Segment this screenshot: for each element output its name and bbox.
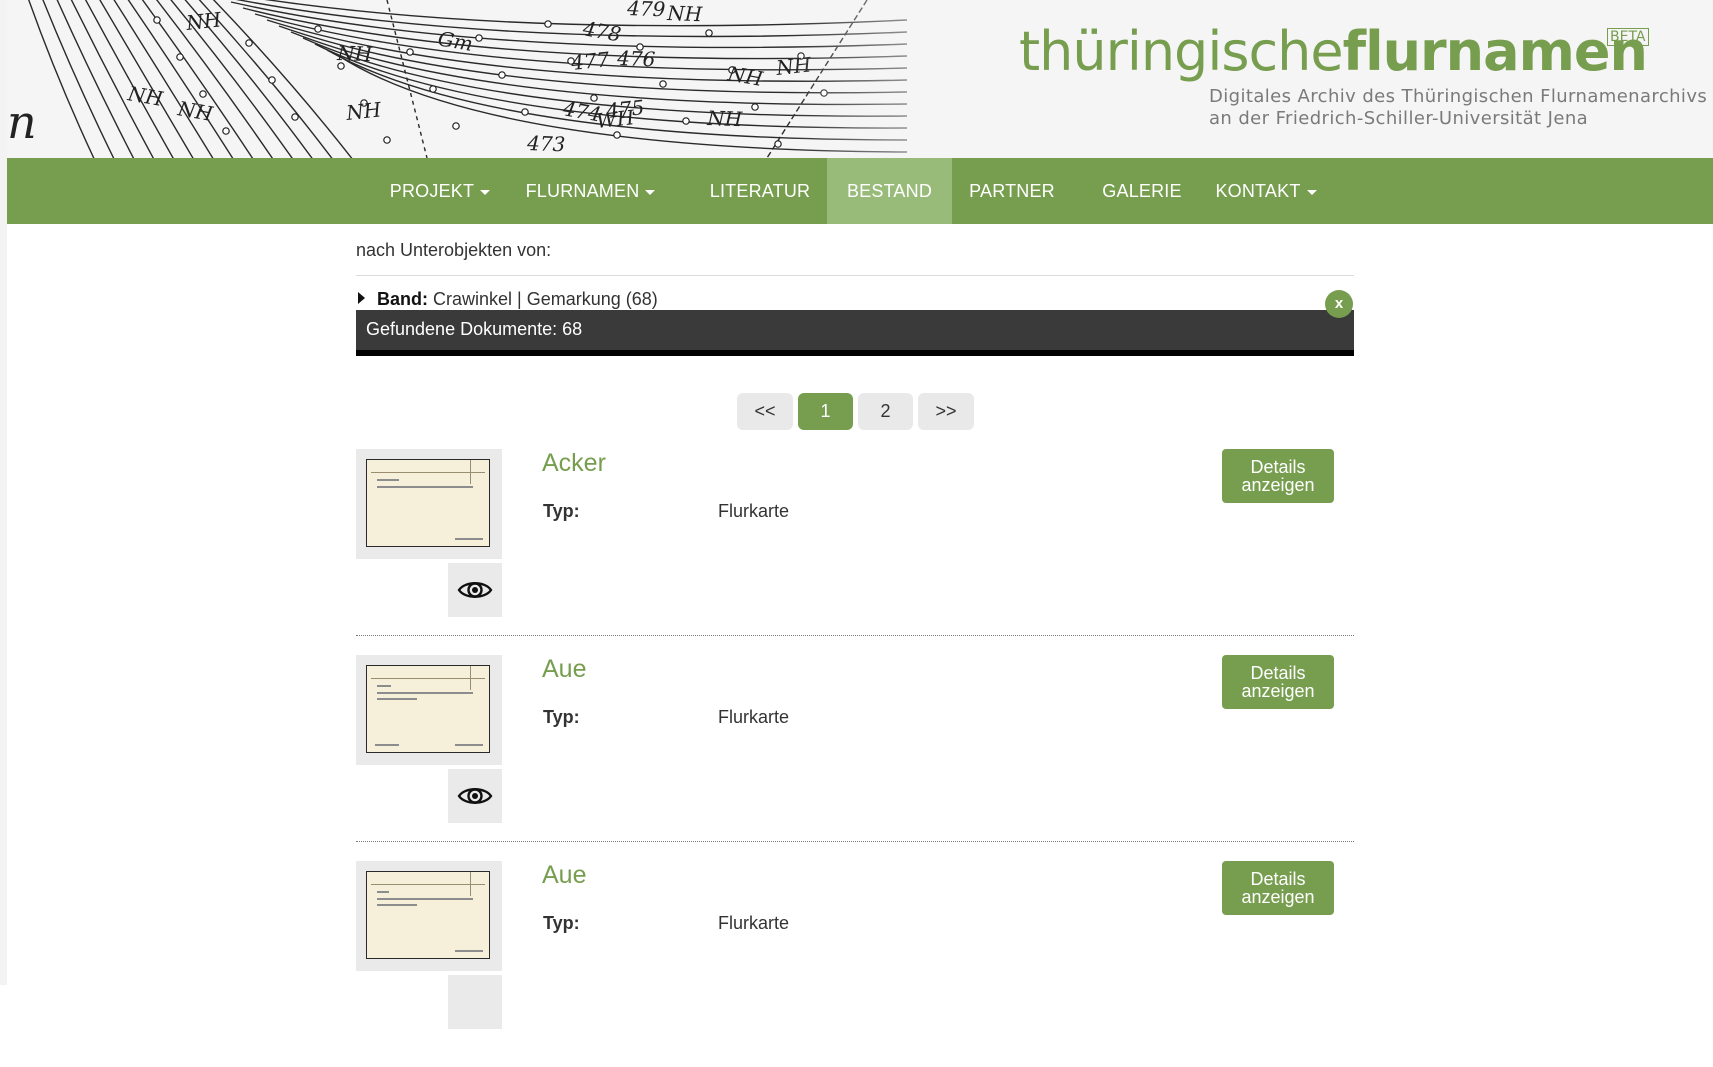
item-divider — [356, 841, 1354, 842]
svg-text:477: 477 — [569, 47, 611, 75]
svg-text:475: 475 — [604, 95, 645, 123]
result-item: Acker Typ: Flurkarte Details anzeigen — [356, 449, 1354, 655]
nav-label: FLURNAMEN — [525, 181, 640, 201]
caret-down-icon — [645, 189, 656, 195]
header-fade — [787, 0, 1027, 158]
nav-label: BESTAND — [846, 181, 933, 201]
results-bar: Gefundene Dokumente: 68 — [356, 310, 1354, 356]
item-thumbnail[interactable] — [356, 861, 502, 971]
pagination-first[interactable]: << — [737, 393, 793, 430]
svg-text:473: 473 — [526, 131, 566, 156]
nav-item-kontakt[interactable]: KONTAKT — [1207, 158, 1325, 224]
svg-text:NH: NH — [666, 1, 703, 26]
details-button[interactable]: Details anzeigen — [1222, 861, 1334, 915]
nav-item-partner[interactable]: PARTNER — [962, 158, 1062, 224]
result-item: Aue Typ: Flurkarte Details anzeigen — [356, 655, 1354, 861]
nav-label: PROJEKT — [389, 181, 475, 201]
svg-text:NH: NH — [125, 81, 165, 111]
view-button[interactable] — [448, 769, 502, 823]
site-logo[interactable]: thüringischeflurnamen BETA Digitales Arc… — [1019, 20, 1707, 129]
nav-item-flurnamen[interactable]: FLURNAMEN — [518, 158, 663, 224]
main-navbar: PROJEKT FLURNAMEN LITERATUR BESTAND PART… — [7, 158, 1713, 224]
typ-label: Typ: — [543, 707, 580, 727]
item-title[interactable]: Acker — [542, 449, 606, 478]
typ-value: Flurkarte — [718, 913, 790, 933]
nav-label: PARTNER — [969, 181, 1055, 201]
eye-icon — [457, 582, 493, 598]
index-card-image — [366, 871, 490, 959]
caret-down-icon — [1306, 189, 1317, 195]
logo-subtitle-line2: an der Friedrich-Schiller-Universität Je… — [1209, 108, 1589, 129]
beta-badge: BETA — [1607, 28, 1649, 46]
site-header: NHNHNHNHNHNHNHNHNHWH47947847747647447547… — [7, 0, 1713, 158]
logo-wordmark: thüringischeflurnamen — [1019, 20, 1648, 84]
index-card-image — [366, 665, 490, 753]
divider — [356, 275, 1354, 276]
details-button[interactable]: Details anzeigen — [1222, 449, 1334, 503]
triangle-right-icon — [358, 292, 365, 304]
typ-label: Typ: — [543, 501, 580, 521]
typ-value: Flurkarte — [718, 707, 790, 727]
svg-text:479: 479 — [626, 0, 666, 21]
svg-text:NH: NH — [175, 96, 215, 126]
nav-item-galerie[interactable]: GALERIE — [1092, 158, 1192, 224]
band-filter-toggle[interactable]: Band: Crawinkel | Gemarkung (68) — [358, 288, 658, 310]
item-title[interactable]: Aue — [542, 655, 586, 684]
typ-value: Flurkarte — [718, 501, 790, 521]
details-button-label: Details anzeigen — [1241, 457, 1315, 495]
item-title[interactable]: Aue — [542, 861, 586, 890]
nav-item-projekt[interactable]: PROJEKT — [379, 158, 501, 224]
nav-label: GALERIE — [1102, 181, 1182, 201]
caret-down-icon — [480, 189, 491, 195]
eye-icon — [457, 788, 493, 804]
svg-text:NH: NH — [184, 7, 223, 35]
svg-text:476: 476 — [616, 46, 656, 71]
nav-item-literatur[interactable]: LITERATUR — [696, 158, 824, 224]
results-count: Gefundene Dokumente: 68 — [366, 319, 583, 339]
view-button[interactable] — [448, 975, 502, 1029]
index-card-image — [366, 459, 490, 547]
svg-text:NH: NH — [344, 97, 383, 125]
logo-subtitle: Digitales Archiv des Thüringischen Flurn… — [1209, 86, 1709, 130]
logo-bold-part: flurnamen — [1342, 20, 1648, 83]
header-map-letter: n — [7, 95, 37, 149]
svg-text:NH: NH — [706, 106, 743, 131]
svg-text:478: 478 — [580, 16, 623, 46]
details-button[interactable]: Details anzeigen — [1222, 655, 1334, 709]
svg-text:NH: NH — [336, 41, 373, 66]
logo-subtitle-line1: Digitales Archiv des Thüringischen Flurn… — [1209, 86, 1708, 107]
svg-text:NH: NH — [725, 61, 765, 91]
item-thumbnail[interactable] — [356, 449, 502, 559]
logo-light-part: thüringische — [1019, 20, 1344, 83]
remove-filter-button[interactable]: x — [1325, 290, 1353, 318]
result-item: Aue Typ: Flurkarte Details anzeigen — [356, 861, 1354, 1067]
left-edge-strip — [0, 0, 7, 985]
pagination-page-2[interactable]: 2 — [858, 393, 913, 430]
band-value: Crawinkel | Gemarkung (68) — [433, 289, 658, 309]
pagination-last[interactable]: >> — [918, 393, 974, 430]
band-label: Band: — [377, 289, 428, 309]
details-button-label: Details anzeigen — [1241, 869, 1315, 907]
details-button-label: Details anzeigen — [1241, 663, 1315, 701]
nav-item-bestand[interactable]: BESTAND — [827, 158, 952, 224]
item-divider — [356, 635, 1354, 636]
nav-label: LITERATUR — [709, 181, 811, 201]
typ-label: Typ: — [543, 913, 580, 933]
view-button[interactable] — [448, 563, 502, 617]
filter-heading: nach Unterobjekten von: — [356, 240, 552, 260]
pagination-page-1[interactable]: 1 — [798, 393, 853, 430]
nav-label: KONTAKT — [1215, 181, 1301, 201]
item-thumbnail[interactable] — [356, 655, 502, 765]
